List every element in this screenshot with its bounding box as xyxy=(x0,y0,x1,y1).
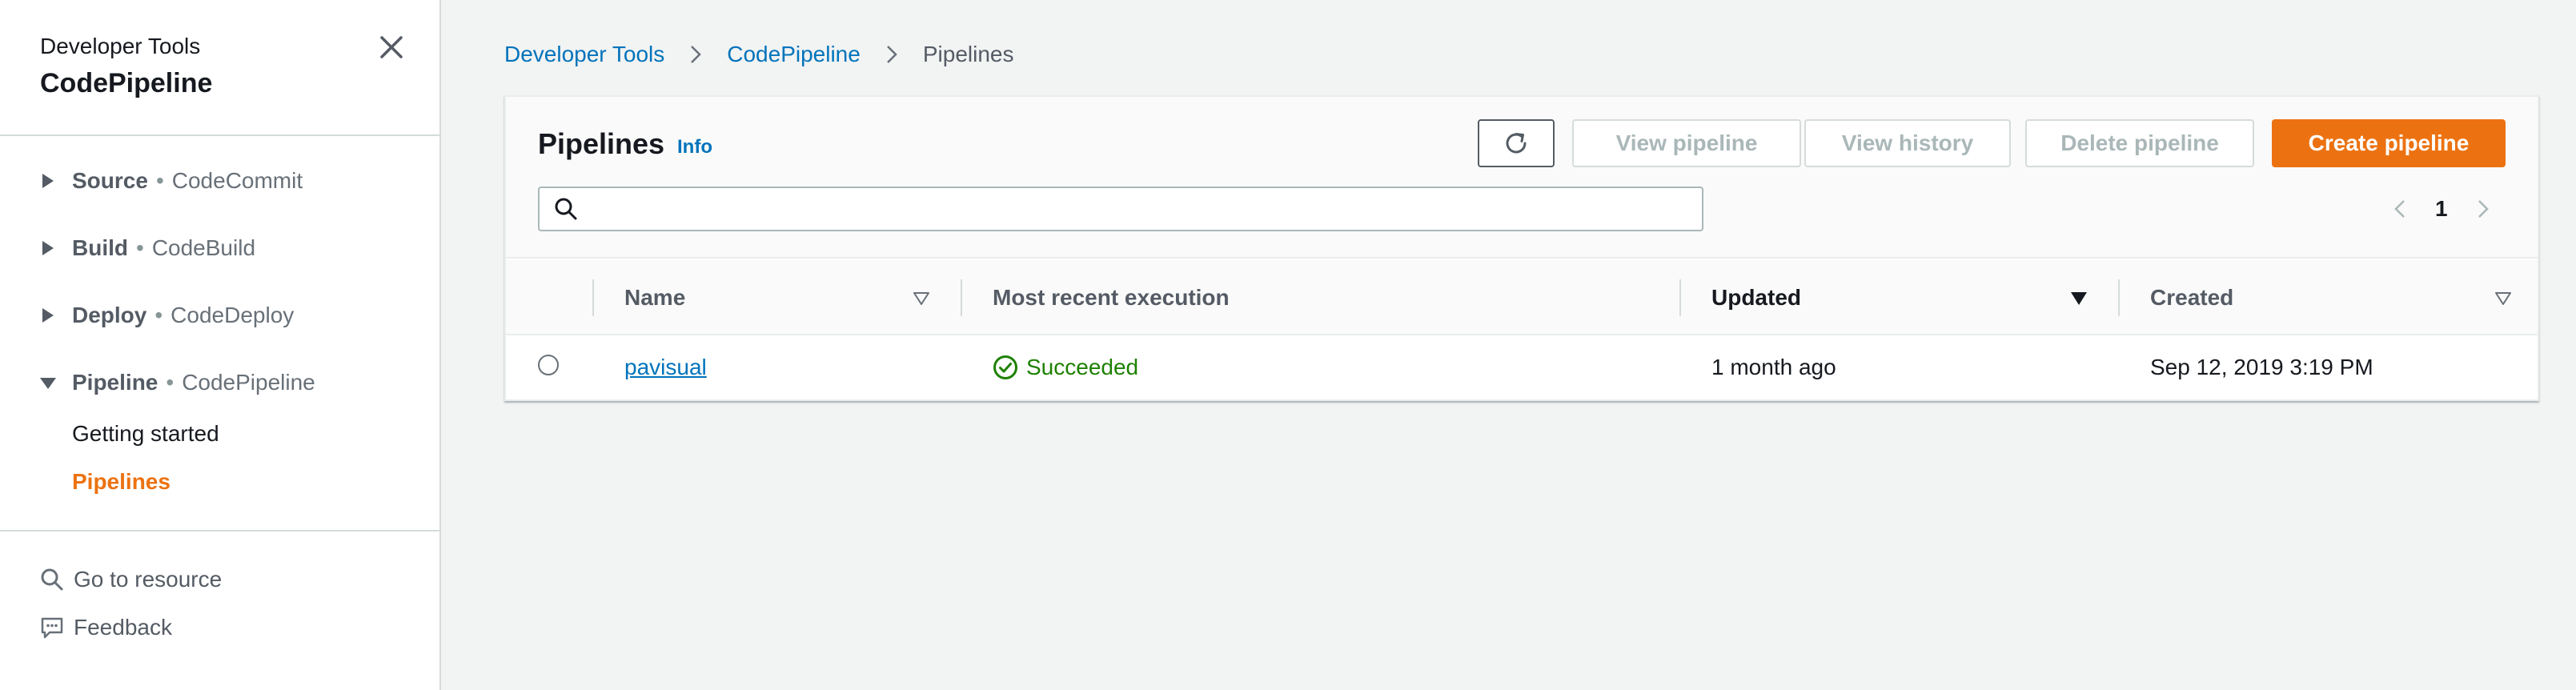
panel-title: Pipelines xyxy=(538,127,665,160)
section-title: Build xyxy=(72,235,128,260)
create-pipeline-button[interactable]: Create pipeline xyxy=(2272,119,2506,167)
execution-status-cell: Succeeded xyxy=(993,335,1138,399)
go-to-resource-label: Go to resource xyxy=(74,567,223,592)
updated-cell: 1 month ago xyxy=(1711,355,1836,379)
sidebar-go-to-resource[interactable]: Go to resource xyxy=(40,564,222,596)
pagination: 1 xyxy=(2389,191,2494,227)
column-divider xyxy=(592,279,594,316)
section-separator: • xyxy=(166,370,175,395)
sidebar-link-getting-started[interactable]: Getting started xyxy=(72,418,219,450)
section-title: Pipeline xyxy=(72,370,158,395)
service-name[interactable]: CodePipeline xyxy=(40,66,212,101)
page-number[interactable]: 1 xyxy=(2435,196,2448,222)
info-link[interactable]: Info xyxy=(677,136,712,158)
sort-icon[interactable] xyxy=(913,291,930,307)
sidebar-divider xyxy=(0,134,439,136)
section-title: Source xyxy=(72,168,148,193)
chevron-right-icon xyxy=(691,46,702,63)
caret-right-icon xyxy=(42,174,54,188)
execution-status-text: Succeeded xyxy=(1026,355,1139,379)
sidebar-feedback[interactable]: Feedback xyxy=(40,612,172,644)
sort-icon[interactable] xyxy=(2494,291,2512,307)
view-history-button[interactable]: View history xyxy=(1804,119,2011,167)
search-icon xyxy=(41,568,63,591)
view-pipeline-button[interactable]: View pipeline xyxy=(1572,119,1801,167)
table-row: pavisual Succeeded 1 month ago Sep 12, 2… xyxy=(506,335,2538,399)
section-separator: • xyxy=(136,235,144,260)
delete-pipeline-button[interactable]: Delete pipeline xyxy=(2025,119,2254,167)
section-subtitle: CodePipeline xyxy=(182,370,315,395)
section-title: Deploy xyxy=(72,303,147,327)
chevron-right-icon xyxy=(886,46,897,63)
sidebar-section-source[interactable]: Source • CodeCommit xyxy=(40,165,303,197)
column-header-created[interactable]: Created xyxy=(2150,260,2233,335)
column-header-most-recent-execution[interactable]: Most recent execution xyxy=(993,260,1230,335)
column-header-name[interactable]: Name xyxy=(624,260,685,335)
pipelines-table-panel: Pipelines Info View pipeline View histor… xyxy=(504,95,2539,401)
sidebar-link-pipelines[interactable]: Pipelines xyxy=(72,466,171,498)
caret-down-icon xyxy=(40,378,56,389)
search-input[interactable] xyxy=(589,188,1702,230)
refresh-icon xyxy=(1506,133,1527,154)
section-subtitle: CodeCommit xyxy=(171,168,303,193)
section-subtitle: CodeDeploy xyxy=(171,303,295,327)
chevron-left-icon[interactable] xyxy=(2389,197,2413,221)
search-icon xyxy=(555,198,577,220)
feedback-label: Feedback xyxy=(74,615,172,640)
sidebar-section-build[interactable]: Build • CodeBuild xyxy=(40,232,255,264)
caret-right-icon xyxy=(42,241,54,255)
pipeline-name-link[interactable]: pavisual xyxy=(624,355,707,380)
created-cell: Sep 12, 2019 3:19 PM xyxy=(2150,355,2373,379)
success-check-icon xyxy=(993,355,1017,379)
caret-right-icon xyxy=(42,308,54,323)
section-separator: • xyxy=(154,303,163,327)
table-header: Name Most recent execution Updated Creat… xyxy=(506,260,2538,335)
close-icon[interactable] xyxy=(375,30,408,64)
refresh-button[interactable] xyxy=(1478,119,1555,167)
breadcrumb: Developer Tools CodePipeline Pipelines xyxy=(504,38,1013,70)
sidebar-header: Developer Tools CodePipeline xyxy=(40,32,212,101)
column-divider xyxy=(961,279,962,316)
breadcrumb-developer-tools[interactable]: Developer Tools xyxy=(504,42,664,67)
panel-header: Pipelines Info View pipeline View histor… xyxy=(506,97,2538,259)
side-navigation: Developer Tools CodePipeline Source • Co… xyxy=(0,0,441,690)
sidebar-section-pipeline[interactable]: Pipeline • CodePipeline xyxy=(40,367,315,399)
column-header-updated[interactable]: Updated xyxy=(1711,260,1801,335)
row-select-radio[interactable] xyxy=(538,355,559,375)
pipeline-name-cell: pavisual xyxy=(624,335,707,399)
section-separator: • xyxy=(155,168,164,193)
search-field[interactable] xyxy=(538,187,1703,231)
column-divider xyxy=(2118,279,2120,316)
chevron-right-icon[interactable] xyxy=(2470,197,2494,221)
section-subtitle: CodeBuild xyxy=(151,235,256,260)
breadcrumb-codepipeline[interactable]: CodePipeline xyxy=(727,42,861,67)
feedback-icon xyxy=(41,617,63,639)
sidebar-divider xyxy=(0,530,439,532)
sidebar-section-deploy[interactable]: Deploy • CodeDeploy xyxy=(40,299,294,331)
sort-descending-icon[interactable] xyxy=(2070,291,2088,307)
column-divider xyxy=(1679,279,1681,316)
breadcrumb-pipelines: Pipelines xyxy=(922,42,1014,66)
service-group-label[interactable]: Developer Tools xyxy=(40,32,212,61)
